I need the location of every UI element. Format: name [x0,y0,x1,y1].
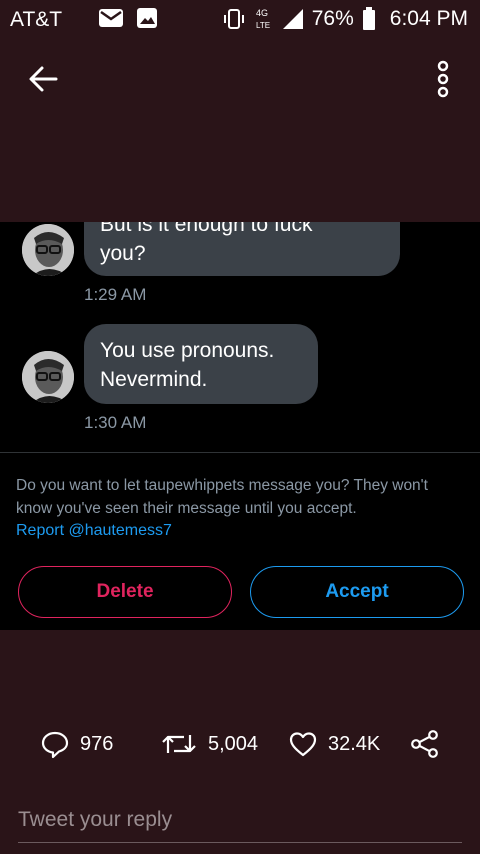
carrier-label: AT&T [10,8,63,31]
divider [0,452,480,453]
svg-text:4G: 4G [256,8,268,18]
like-action[interactable]: 32.4K [288,722,380,766]
message-timestamp: 1:29 AM [84,285,147,304]
avatar[interactable] [22,224,74,276]
reply-input[interactable]: Tweet your reply [18,798,462,843]
delete-button[interactable]: Delete [18,566,232,618]
accept-button[interactable]: Accept [250,566,464,618]
system-indicators: 4G LTE 76% 6:04 PM [222,7,468,31]
retweet-action[interactable]: 5,004 [160,722,258,766]
like-count: 32.4K [328,732,381,755]
reply-placeholder: Tweet your reply [18,808,173,831]
message-text-line: Nevermind. [100,368,208,391]
message-bubble: You use pronouns. Nevermind. [84,324,318,404]
battery-percent: 76% [311,7,354,30]
message-text-line: you? [100,242,146,265]
retweet-count: 5,004 [208,732,259,755]
signal-icon [282,9,303,29]
message-request-panel: But is it enough to fuck you? 1:29 AM Yo… [0,222,480,630]
app-bar [0,50,480,106]
battery-icon [362,7,375,30]
message-bubble: But is it enough to fuck you? [84,222,400,276]
retweet-icon [162,735,196,753]
avatar-photo [22,351,74,403]
clock: 6:04 PM [389,7,468,30]
message-request-prompt: Do you want to let taupewhippets message… [16,477,428,517]
message-text-line: But is it enough to fuck [100,222,313,236]
network-4g-icon: 4G LTE [256,8,270,30]
heart-icon [289,732,317,757]
message-timestamp: 1:30 AM [84,413,147,432]
avatar[interactable] [22,351,74,403]
share-icon [411,730,438,758]
reply-action[interactable]: 976 [40,722,113,766]
mail-icon [99,9,123,27]
image-icon [137,8,157,28]
message-text-line: You use pronouns. [100,339,275,362]
reply-count: 976 [80,732,114,755]
svg-text:LTE: LTE [256,21,270,30]
more-options-icon[interactable] [434,60,452,98]
notification-icons [98,7,158,29]
reply-icon [41,731,69,759]
report-link[interactable]: Report @hautemess7 [16,522,172,540]
vibrate-icon [223,9,244,29]
avatar-photo [22,224,74,276]
back-arrow-icon[interactable] [26,62,60,96]
share-action[interactable] [410,722,440,766]
status-bar: AT&T 4G LTE 76% 6:04 PM [0,0,480,38]
tweet-actions: 976 5,004 32.4K [0,722,480,766]
